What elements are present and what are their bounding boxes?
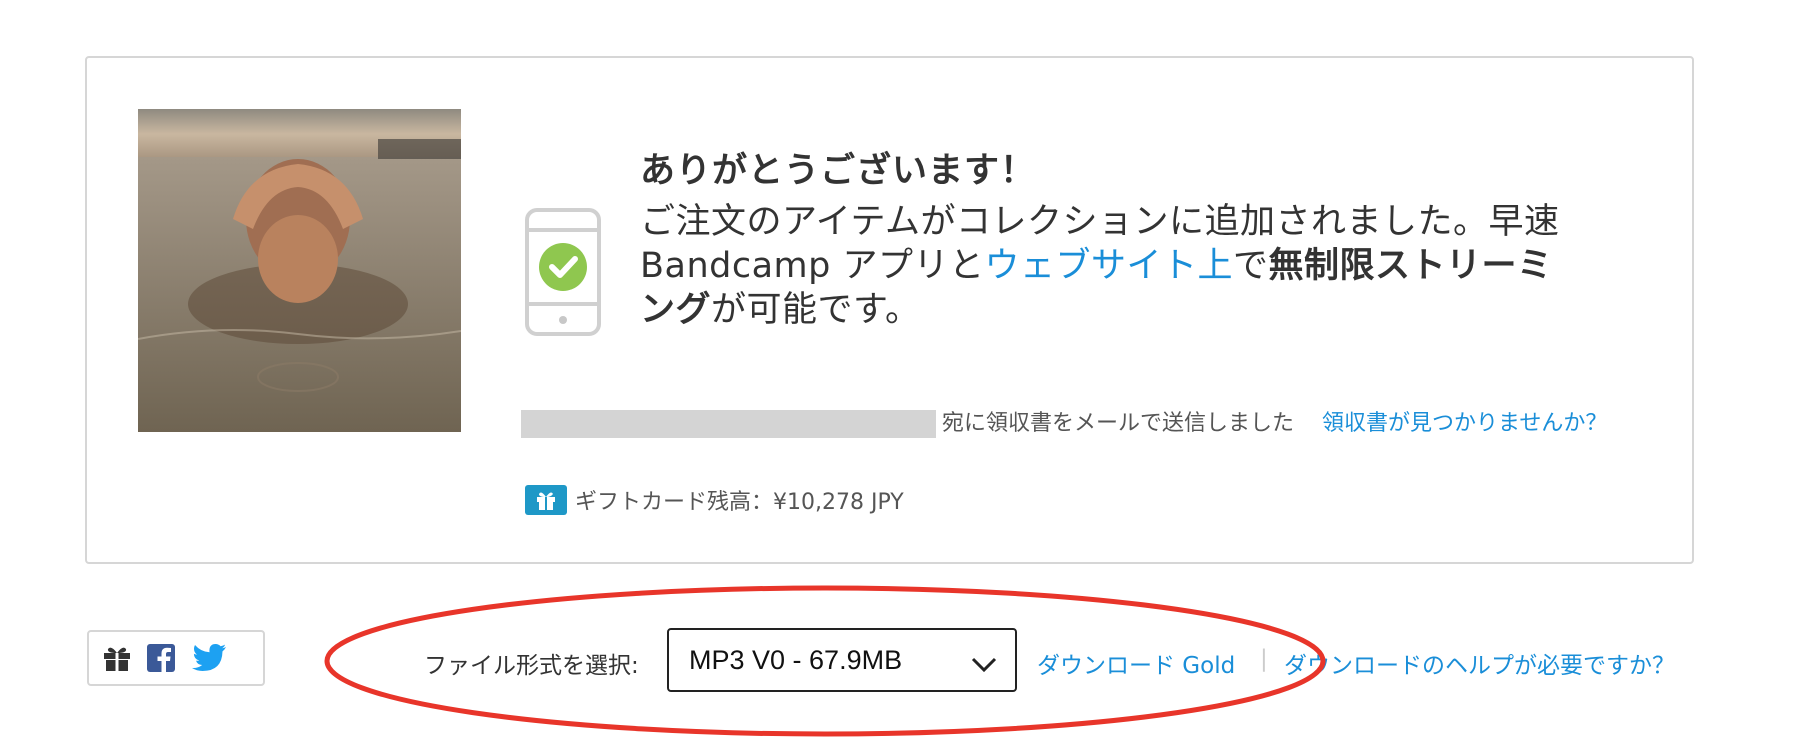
selected-format: MP3 V0 - 67.9MB: [689, 644, 903, 675]
gift-balance-text: ギフトカード残高：¥10,278 JPY: [575, 490, 904, 515]
download-help-link[interactable]: ダウンロードのヘルプが必要ですか？: [1284, 646, 1675, 680]
thank-you-title: ありがとうございます！: [640, 151, 1037, 191]
body-text-2: で: [1233, 246, 1269, 286]
redacted-email: [521, 410, 936, 438]
thank-you-message: ありがとうございます！ ご注文のアイテムがコレクションに追加されました。早速 B…: [640, 146, 1620, 332]
website-link[interactable]: ウェブサイト上: [985, 246, 1234, 286]
receipt-notice: 宛に領収書をメールで送信しました 領収書が見つかりませんか？: [521, 410, 1661, 438]
gift-card-balance: ギフトカード残高：¥10,278 JPY: [525, 484, 904, 516]
facebook-icon[interactable]: [147, 644, 175, 672]
phone-check-icon: [525, 208, 601, 340]
purchase-confirmation-panel: ありがとうございます！ ご注文のアイテムがコレクションに追加されました。早速 B…: [85, 56, 1694, 564]
album-art: [138, 109, 461, 432]
file-format-select[interactable]: MP3 V0 - 67.9MB: [667, 628, 1017, 692]
collection-added-text: ご注文のアイテムがコレクションに追加されました。早速 Bandcamp アプリと…: [640, 200, 1570, 332]
download-gold-link[interactable]: ダウンロード Gold: [1037, 646, 1235, 680]
gift-card-icon: [525, 485, 567, 515]
receipt-missing-link[interactable]: 領収書が見つかりませんか？: [1322, 411, 1607, 436]
chevron-down-icon: [971, 650, 997, 681]
gift-icon[interactable]: [103, 645, 131, 671]
file-format-label: ファイル形式を選択:: [424, 653, 639, 679]
receipt-sent-text: 宛に領収書をメールで送信しました: [942, 411, 1295, 436]
body-text-3: が可能です。: [711, 290, 921, 330]
share-buttons: [87, 630, 265, 686]
link-separator: |: [1260, 646, 1268, 672]
twitter-icon[interactable]: [191, 643, 227, 673]
